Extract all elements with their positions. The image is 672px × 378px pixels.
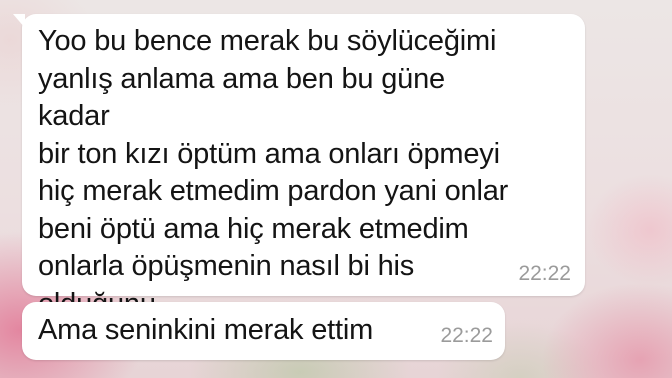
message-timestamp: 22:22 — [518, 262, 571, 285]
message-timestamp: 22:22 — [440, 324, 493, 347]
message-text: Ama seninkini merak ettim — [38, 314, 374, 346]
message-text: Yoo bu bence merak bu söylüceğimi yanlış… — [38, 25, 509, 320]
incoming-message-bubble[interactable]: Ama seninkini merak ettim 22:22 — [22, 302, 505, 360]
incoming-message-bubble[interactable]: Yoo bu bence merak bu söylüceğimi yanlış… — [13, 14, 585, 320]
